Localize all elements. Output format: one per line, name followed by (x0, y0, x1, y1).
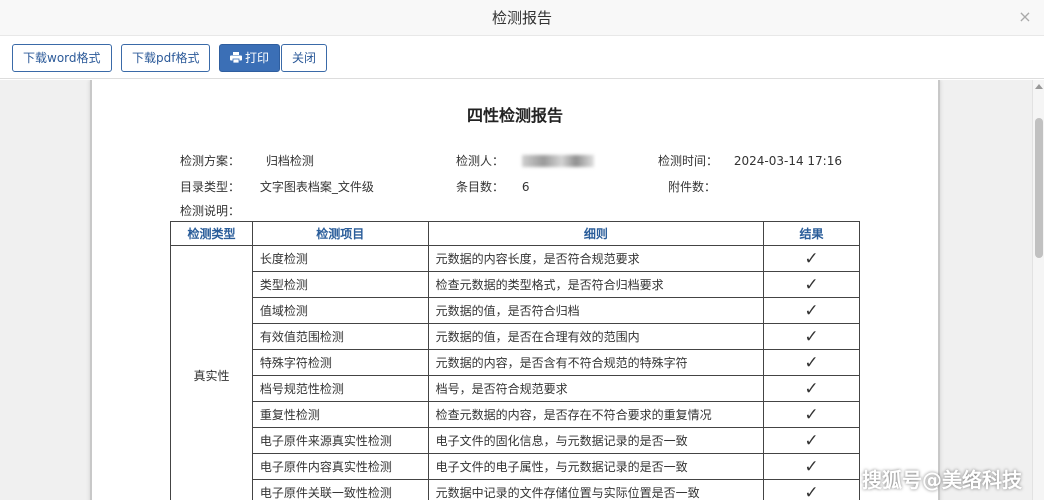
check-icon: ✓ (763, 349, 860, 376)
item-cell: 长度检测 (251, 245, 429, 272)
print-label: 打印 (245, 51, 270, 65)
type-cell: 真实性 (170, 245, 253, 500)
dialog-titlebar: 检测报告 × (0, 0, 1044, 36)
download-pdf-button[interactable]: 下载pdf格式 (121, 44, 211, 72)
count-label: 条目数： (456, 180, 505, 194)
printer-icon (230, 52, 242, 63)
detail-cell: 电子文件的电子属性，与元数据记录的是否一致 (427, 453, 765, 480)
item-cell: 电子原件来源真实性检测 (251, 427, 429, 454)
table-row: 电子原件来源真实性检测 电子文件的固化信息，与元数据记录的是否一致 ✓ (171, 427, 860, 454)
vertical-scrollbar[interactable] (1032, 80, 1044, 500)
meta-catalog: 目录类型： 文字图表档案_文件级 (180, 178, 374, 195)
time-value: 2024-03-14 17:16 (733, 154, 842, 168)
table-row: 档号规范性检测 档号，是否符合规范要求 ✓ (171, 375, 860, 402)
detail-cell: 检查元数据的类型格式，是否符合归档要求 (427, 271, 765, 298)
scheme-value: 归档检测 (265, 154, 314, 168)
detail-cell: 元数据的值，是否在合理有效的范围内 (427, 323, 765, 350)
table-header-row: 检测类型 检测项目 细则 结果 (170, 221, 860, 246)
item-cell: 电子原件内容真实性检测 (251, 453, 429, 480)
attach-label: 附件数： (668, 180, 717, 194)
check-icon: ✓ (763, 323, 860, 350)
check-icon: ✓ (763, 479, 860, 500)
detail-cell: 检查元数据的内容，是否存在不符合要求的重复情况 (427, 401, 765, 428)
header-item: 检测项目 (251, 221, 429, 246)
detail-cell: 元数据中记录的文件存储位置与实际位置是否一致 (427, 479, 765, 500)
check-icon: ✓ (763, 401, 860, 428)
item-cell: 电子原件关联一致性检测 (251, 479, 429, 500)
inspector-redacted (521, 155, 594, 167)
detail-cell: 元数据的内容长度，是否符合规范要求 (427, 245, 765, 272)
report-title: 四性检测报告 (466, 106, 563, 125)
header-detail: 细则 (427, 221, 765, 246)
meta-scheme: 检测方案： 归档检测 (180, 152, 314, 169)
header-result: 结果 (763, 221, 860, 246)
report-viewer[interactable]: 四性检测报告 检测方案： 归档检测 检测人： 检测时间： 2024-03-14 … (0, 80, 1044, 500)
catalog-label: 目录类型： (180, 180, 241, 194)
catalog-value: 文字图表档案_文件级 (259, 180, 374, 194)
inspector-label: 检测人： (456, 154, 505, 168)
watermark-text: 搜狐号@美络科技 (862, 468, 1022, 492)
check-icon: ✓ (763, 297, 860, 324)
item-cell: 值域检测 (251, 297, 429, 324)
print-button[interactable]: 打印 (219, 44, 281, 72)
item-cell: 特殊字符检测 (251, 349, 429, 376)
table-row: 重复性检测 检查元数据的内容，是否存在不符合要求的重复情况 ✓ (171, 401, 860, 428)
check-icon: ✓ (763, 427, 860, 454)
dialog-title: 检测报告 (491, 9, 552, 27)
results-table: 检测类型 检测项目 细则 结果 真实性 长度检测 元数据的内容长度，是否符合规范… (170, 221, 860, 500)
scheme-label: 检测方案： (180, 154, 241, 168)
meta-inspector: 检测人： (456, 152, 594, 169)
item-cell: 重复性检测 (251, 401, 429, 428)
desc-label: 检测说明： (180, 204, 241, 218)
check-icon: ✓ (763, 245, 860, 272)
table-row: 有效值范围检测 元数据的值，是否在合理有效的范围内 ✓ (171, 323, 860, 350)
count-value: 6 (521, 180, 530, 194)
check-icon: ✓ (763, 271, 860, 298)
meta-attachments: 附件数： (668, 178, 716, 195)
table-row: 类型检测 检查元数据的类型格式，是否符合归档要求 ✓ (171, 271, 860, 298)
detail-cell: 元数据的值，是否符合归档 (427, 297, 765, 324)
scrollbar-thumb[interactable] (1035, 118, 1043, 258)
check-icon: ✓ (763, 375, 860, 402)
detail-cell: 档号，是否符合规范要求 (427, 375, 765, 402)
meta-description: 检测说明： (180, 202, 240, 219)
table-row: 特殊字符检测 元数据的内容，是否含有不符合规范的特殊字符 ✓ (171, 349, 860, 376)
toolbar: 下载word格式 下载pdf格式 打印 关闭 (0, 37, 1044, 79)
table-row: 电子原件关联一致性检测 元数据中记录的文件存储位置与实际位置是否一致 ✓ (171, 479, 860, 500)
detail-cell: 元数据的内容，是否含有不符合规范的特殊字符 (427, 349, 765, 376)
report-page: 四性检测报告 检测方案： 归档检测 检测人： 检测时间： 2024-03-14 … (90, 80, 940, 500)
time-label: 检测时间： (658, 154, 719, 168)
close-button[interactable]: 关闭 (281, 44, 328, 72)
table-row: 真实性 长度检测 元数据的内容长度，是否符合规范要求 ✓ (170, 245, 860, 500)
item-cell: 类型检测 (251, 271, 429, 298)
meta-count: 条目数： 6 (456, 178, 529, 195)
report-dialog: 检测报告 × 下载word格式 下载pdf格式 打印 关闭 四性检测报告 检测方… (0, 0, 1044, 500)
meta-time: 检测时间： 2024-03-14 17:16 (658, 152, 842, 169)
download-word-button[interactable]: 下载word格式 (12, 44, 112, 72)
header-type: 检测类型 (170, 221, 253, 246)
detail-cell: 电子文件的固化信息，与元数据记录的是否一致 (427, 427, 765, 454)
scroll-up-icon[interactable] (1035, 84, 1043, 89)
table-row: 电子原件内容真实性检测 电子文件的电子属性，与元数据记录的是否一致 ✓ (171, 453, 860, 480)
item-cell: 有效值范围检测 (251, 323, 429, 350)
check-icon: ✓ (763, 453, 860, 480)
item-cell: 档号规范性检测 (251, 375, 429, 402)
table-row: 值域检测 元数据的值，是否符合归档 ✓ (171, 297, 860, 324)
close-icon[interactable]: × (1016, 8, 1034, 26)
